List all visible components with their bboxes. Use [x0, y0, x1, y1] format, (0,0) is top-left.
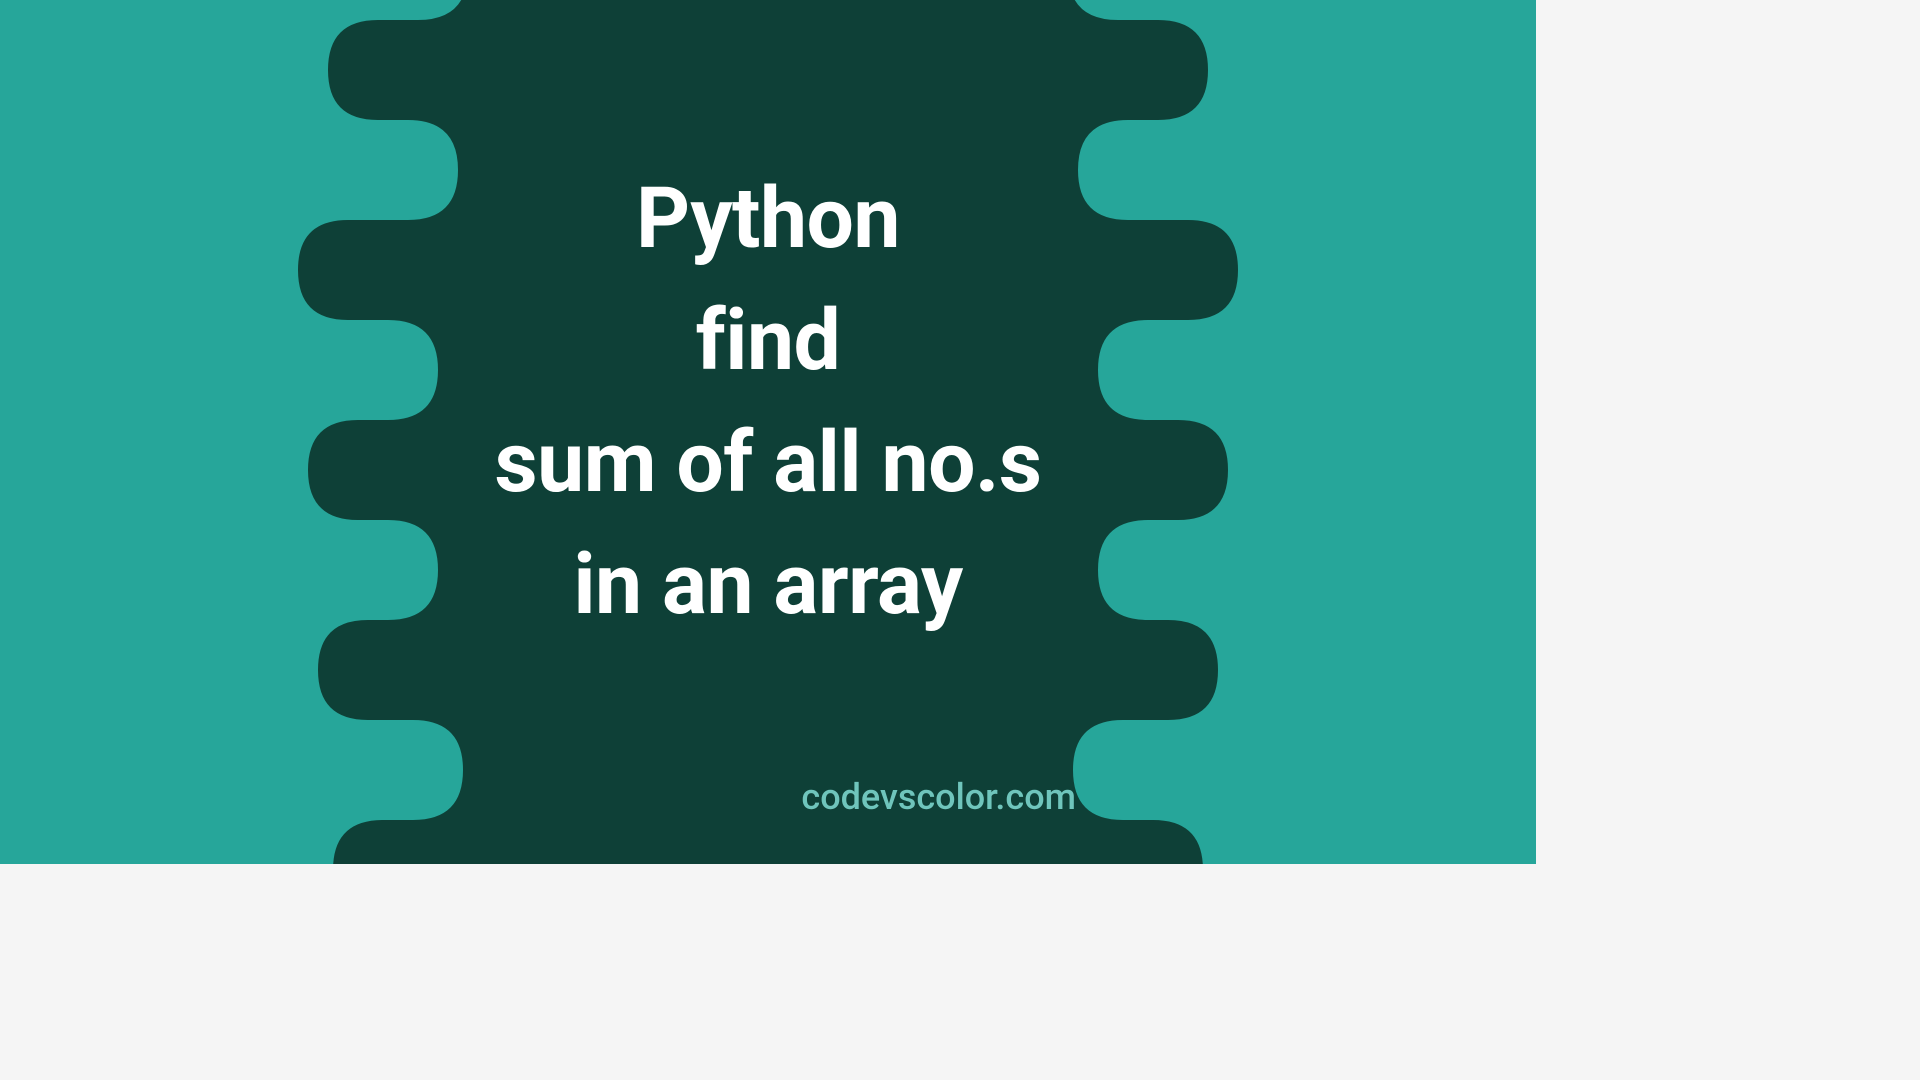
- title-line-2: find: [495, 280, 1042, 402]
- banner-card: Python find sum of all no.s in an array …: [0, 0, 1536, 864]
- title-line-1: Python: [495, 158, 1042, 280]
- watermark-text: codevscolor.com: [801, 776, 1076, 818]
- title-line-4: in an array: [495, 524, 1042, 646]
- content-wrapper: Python find sum of all no.s in an array: [0, 0, 1536, 864]
- banner-title: Python find sum of all no.s in an array: [495, 158, 1042, 645]
- title-line-3: sum of all no.s: [495, 402, 1042, 524]
